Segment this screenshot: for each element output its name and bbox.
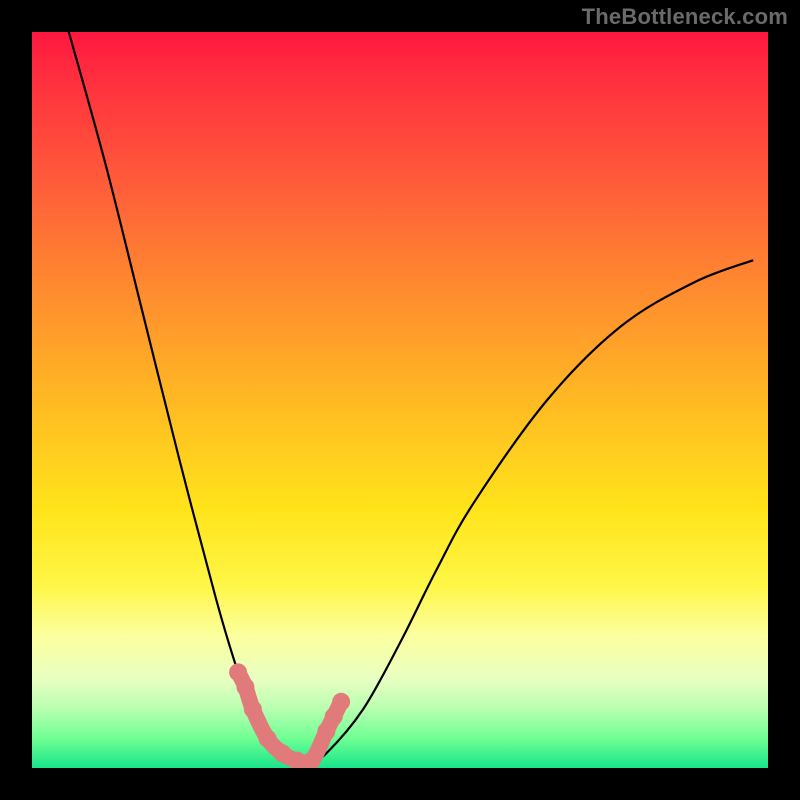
- watermark-label: TheBottleneck.com: [582, 4, 788, 30]
- chart-frame: TheBottleneck.com: [0, 0, 800, 800]
- marker-dot: [332, 693, 350, 711]
- marker-dot: [236, 678, 254, 696]
- marker-dot: [244, 700, 262, 718]
- bottleneck-curve-path: [69, 32, 753, 762]
- bottleneck-curve-svg: [32, 32, 768, 768]
- marker-dots-group: [229, 663, 350, 768]
- marker-dot: [259, 730, 277, 748]
